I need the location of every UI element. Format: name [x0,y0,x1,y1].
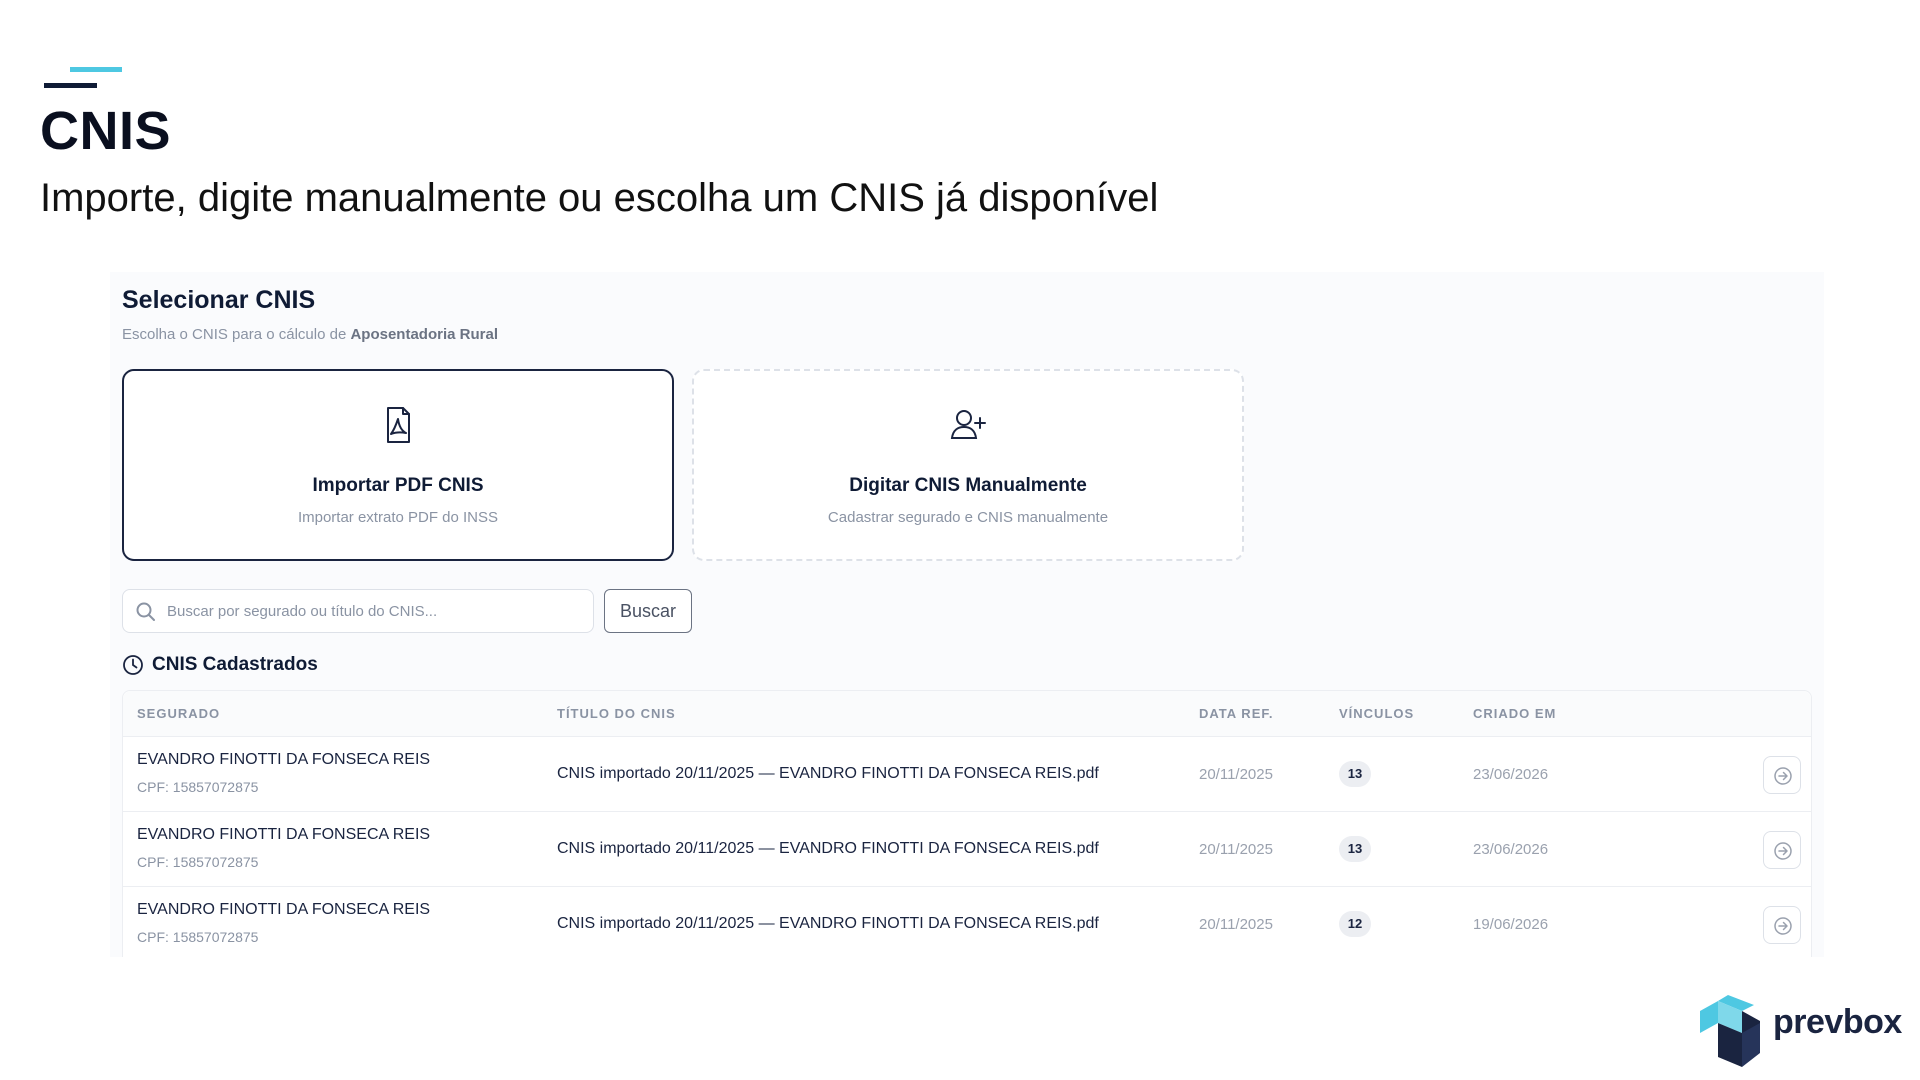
vinculos-badge: 13 [1339,836,1371,862]
clock-icon [123,655,143,675]
column-header-vinculos: VÍNCULOS [1339,706,1415,721]
manual-entry-card-title: Digitar CNIS Manualmente [849,475,1087,496]
panel-description-prefix: Escolha o CNIS para o cálculo de [122,326,351,343]
import-pdf-card-subtitle: Importar extrato PDF do INSS [297,509,499,526]
open-cnis-button[interactable] [1763,906,1801,944]
column-header-titulo: TÍTULO DO CNIS [557,706,676,721]
criado-em: 23/06/2026 [1473,766,1549,783]
arrow-circle-right-icon [1774,917,1792,935]
data-ref: 20/11/2025 [1199,916,1273,933]
search-button[interactable]: Buscar [604,589,692,633]
manual-entry-card[interactable]: Digitar CNIS Manualmente Cadastrar segur… [692,369,1244,561]
cnis-list-heading: CNIS Cadastrados [122,651,318,679]
segurado-cpf: CPF: 15857072875 [137,854,259,870]
cnis-title: CNIS importado 20/11/2025 — EVANDRO FINO… [557,765,1099,782]
cnis-title: CNIS importado 20/11/2025 — EVANDRO FINO… [557,840,1099,857]
cnis-selection-panel: Selecionar CNIS Escolha o CNIS para o cá… [110,272,1824,957]
user-plus-icon [950,410,986,439]
search-icon [136,602,155,621]
arrow-circle-right-icon [1774,767,1792,785]
table-row[interactable]: EVANDRO FINOTTI DA FONSECA REIS CPF: 158… [123,812,1811,887]
table-row[interactable]: EVANDRO FINOTTI DA FONSECA REIS CPF: 158… [123,887,1811,957]
import-pdf-card-title: Importar PDF CNIS [312,475,484,496]
accent-bar-navy [44,83,97,88]
criado-em: 19/06/2026 [1473,916,1549,933]
table-row[interactable]: EVANDRO FINOTTI DA FONSECA REIS CPF: 158… [123,737,1811,812]
prevbox-brand-name: prevbox [1773,1003,1902,1041]
manual-entry-card-subtitle: Cadastrar segurado e CNIS manualmente [827,509,1109,526]
arrow-circle-right-icon [1774,842,1792,860]
data-ref: 20/11/2025 [1199,766,1273,783]
segurado-name: EVANDRO FINOTTI DA FONSECA REIS [137,751,431,768]
criado-em: 23/06/2026 [1473,841,1549,858]
slide-subtitle: Importe, digite manualmente ou escolha u… [40,176,1159,220]
column-header-criado-em: CRIADO EM [1473,706,1557,721]
search-input[interactable] [167,590,587,632]
panel-description-bold: Aposentadoria Rural [350,326,498,343]
panel-description: Escolha o CNIS para o cálculo de Aposent… [122,326,498,343]
segurado-cpf: CPF: 15857072875 [137,929,259,945]
prevbox-logo: prevbox [1698,993,1908,1069]
open-cnis-button[interactable] [1763,831,1801,869]
search-box [122,589,594,633]
cnis-table: SEGURADO TÍTULO DO CNIS DATA REF. VÍNCUL… [122,690,1812,957]
column-header-segurado: SEGURADO [137,706,221,721]
vinculos-badge: 12 [1339,911,1371,937]
prevbox-cube-icon [1700,995,1760,1067]
cnis-title: CNIS importado 20/11/2025 — EVANDRO FINO… [557,915,1099,932]
column-header-data-ref: DATA REF. [1199,706,1274,721]
pdf-file-icon [387,407,410,443]
segurado-name: EVANDRO FINOTTI DA FONSECA REIS [137,901,431,918]
panel-title: Selecionar CNIS [122,286,316,314]
table-header: SEGURADO TÍTULO DO CNIS DATA REF. VÍNCUL… [123,691,1811,737]
slide-title: CNIS [40,101,172,161]
segurado-name: EVANDRO FINOTTI DA FONSECA REIS [137,826,431,843]
open-cnis-button[interactable] [1763,756,1801,794]
segurado-cpf: CPF: 15857072875 [137,779,259,795]
data-ref: 20/11/2025 [1199,841,1273,858]
vinculos-badge: 13 [1339,761,1371,787]
import-pdf-card[interactable]: Importar PDF CNIS Importar extrato PDF d… [122,369,674,561]
accent-bar-cyan [70,67,122,72]
cnis-list-title: CNIS Cadastrados [152,654,318,675]
